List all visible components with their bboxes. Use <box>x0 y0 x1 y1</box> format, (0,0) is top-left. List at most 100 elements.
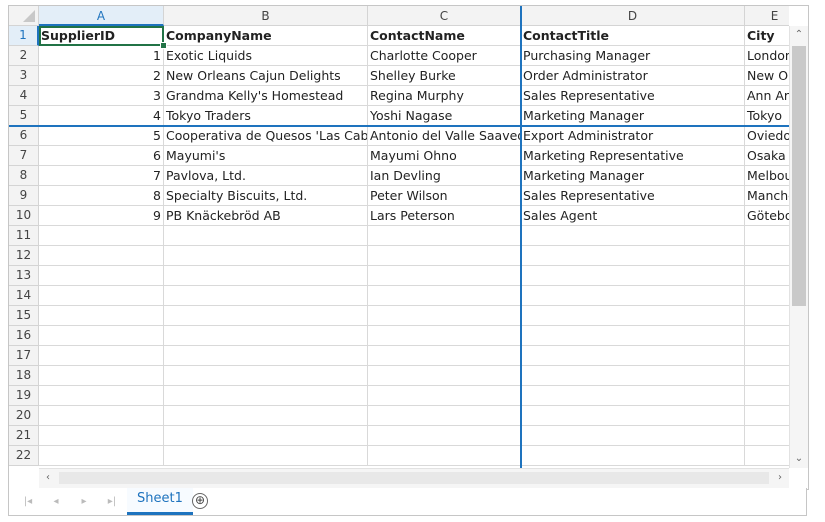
cell-c1[interactable]: ContactName <box>368 26 521 46</box>
cell-c3[interactable]: Shelley Burke <box>368 66 521 86</box>
add-sheet-icon[interactable]: ⊕ <box>192 493 208 509</box>
sheet-tab-sheet1[interactable]: Sheet1 <box>127 488 193 515</box>
row-header-13[interactable]: 13 <box>9 266 39 286</box>
cell-c2[interactable]: Charlotte Cooper <box>368 46 521 66</box>
cell-e2[interactable]: London <box>745 46 789 66</box>
cell-a13[interactable] <box>39 266 164 286</box>
cell-d9[interactable]: Sales Representative <box>521 186 745 206</box>
cell-d20[interactable] <box>521 406 745 426</box>
cell-d22[interactable] <box>521 446 745 466</box>
cell-e10[interactable]: Göteborg <box>745 206 789 226</box>
cell-a3[interactable]: 2 <box>39 66 164 86</box>
select-all-corner[interactable] <box>9 6 39 26</box>
cell-b8[interactable]: Pavlova, Ltd. <box>164 166 368 186</box>
cell-b11[interactable] <box>164 226 368 246</box>
cell-e22[interactable] <box>745 446 789 466</box>
cell-c19[interactable] <box>368 386 521 406</box>
row-header-4[interactable]: 4 <box>9 86 39 106</box>
cell-e21[interactable] <box>745 426 789 446</box>
cell-b9[interactable]: Specialty Biscuits, Ltd. <box>164 186 368 206</box>
cell-b22[interactable] <box>164 446 368 466</box>
row-header-20[interactable]: 20 <box>9 406 39 426</box>
cell-a19[interactable] <box>39 386 164 406</box>
cell-d18[interactable] <box>521 366 745 386</box>
row-header-1[interactable]: 1 <box>9 26 39 46</box>
cell-b12[interactable] <box>164 246 368 266</box>
cell-b10[interactable]: PB Knäckebröd AB <box>164 206 368 226</box>
cell-d10[interactable]: Sales Agent <box>521 206 745 226</box>
cell-d12[interactable] <box>521 246 745 266</box>
cell-d4[interactable]: Sales Representative <box>521 86 745 106</box>
first-sheet-icon[interactable]: |◂ <box>17 493 39 511</box>
cell-d7[interactable]: Marketing Representative <box>521 146 745 166</box>
cell-b16[interactable] <box>164 326 368 346</box>
cell-d19[interactable] <box>521 386 745 406</box>
row-header-7[interactable]: 7 <box>9 146 39 166</box>
cell-d17[interactable] <box>521 346 745 366</box>
column-header-e[interactable]: E <box>745 6 789 26</box>
cell-c7[interactable]: Mayumi Ohno <box>368 146 521 166</box>
row-header-14[interactable]: 14 <box>9 286 39 306</box>
cell-d5[interactable]: Marketing Manager <box>521 106 745 126</box>
row-header-21[interactable]: 21 <box>9 426 39 446</box>
vertical-scroll-thumb[interactable] <box>792 46 806 306</box>
cell-e4[interactable]: Ann Arbor <box>745 86 789 106</box>
cell-a5[interactable]: 4 <box>39 106 164 126</box>
cell-a17[interactable] <box>39 346 164 366</box>
cell-c22[interactable] <box>368 446 521 466</box>
cell-d3[interactable]: Order Administrator <box>521 66 745 86</box>
cell-c21[interactable] <box>368 426 521 446</box>
vertical-scrollbar[interactable]: ⌃ ⌄ <box>789 26 808 468</box>
chevron-up-icon[interactable]: ⌃ <box>790 26 808 44</box>
row-header-19[interactable]: 19 <box>9 386 39 406</box>
column-header-a[interactable]: A <box>39 6 164 26</box>
prev-sheet-icon[interactable]: ◂ <box>45 493 67 511</box>
cell-e16[interactable] <box>745 326 789 346</box>
cell-b17[interactable] <box>164 346 368 366</box>
fill-handle[interactable] <box>160 42 167 49</box>
cell-c4[interactable]: Regina Murphy <box>368 86 521 106</box>
cell-c8[interactable]: Ian Devling <box>368 166 521 186</box>
cell-d11[interactable] <box>521 226 745 246</box>
cell-e12[interactable] <box>745 246 789 266</box>
cell-e11[interactable] <box>745 226 789 246</box>
cell-b13[interactable] <box>164 266 368 286</box>
row-header-6[interactable]: 6 <box>9 126 39 146</box>
row-header-12[interactable]: 12 <box>9 246 39 266</box>
cell-c14[interactable] <box>368 286 521 306</box>
cell-a7[interactable]: 6 <box>39 146 164 166</box>
cell-d1[interactable]: ContactTitle <box>521 26 745 46</box>
cell-e1[interactable]: City <box>745 26 789 46</box>
cell-c6[interactable]: Antonio del Valle Saavedra <box>368 126 521 146</box>
chevron-left-icon[interactable]: ‹ <box>39 469 57 487</box>
cell-d14[interactable] <box>521 286 745 306</box>
column-header-b[interactable]: B <box>164 6 368 26</box>
cell-b1[interactable]: CompanyName <box>164 26 368 46</box>
cell-d2[interactable]: Purchasing Manager <box>521 46 745 66</box>
row-header-5[interactable]: 5 <box>9 106 39 126</box>
cell-b4[interactable]: Grandma Kelly's Homestead <box>164 86 368 106</box>
cell-c9[interactable]: Peter Wilson <box>368 186 521 206</box>
cell-a16[interactable] <box>39 326 164 346</box>
cell-e5[interactable]: Tokyo <box>745 106 789 126</box>
chevron-right-icon[interactable]: › <box>771 469 789 487</box>
cell-a20[interactable] <box>39 406 164 426</box>
cell-a2[interactable]: 1 <box>39 46 164 66</box>
cell-b14[interactable] <box>164 286 368 306</box>
column-header-c[interactable]: C <box>368 6 521 26</box>
row-header-8[interactable]: 8 <box>9 166 39 186</box>
row-header-9[interactable]: 9 <box>9 186 39 206</box>
cell-d16[interactable] <box>521 326 745 346</box>
cell-e6[interactable]: Oviedo <box>745 126 789 146</box>
cell-c17[interactable] <box>368 346 521 366</box>
cell-c15[interactable] <box>368 306 521 326</box>
cell-e7[interactable]: Osaka <box>745 146 789 166</box>
row-header-22[interactable]: 22 <box>9 446 39 466</box>
cell-e14[interactable] <box>745 286 789 306</box>
cell-e15[interactable] <box>745 306 789 326</box>
cell-a10[interactable]: 9 <box>39 206 164 226</box>
cell-a18[interactable] <box>39 366 164 386</box>
cell-d21[interactable] <box>521 426 745 446</box>
chevron-down-icon[interactable]: ⌄ <box>790 450 808 468</box>
row-header-16[interactable]: 16 <box>9 326 39 346</box>
